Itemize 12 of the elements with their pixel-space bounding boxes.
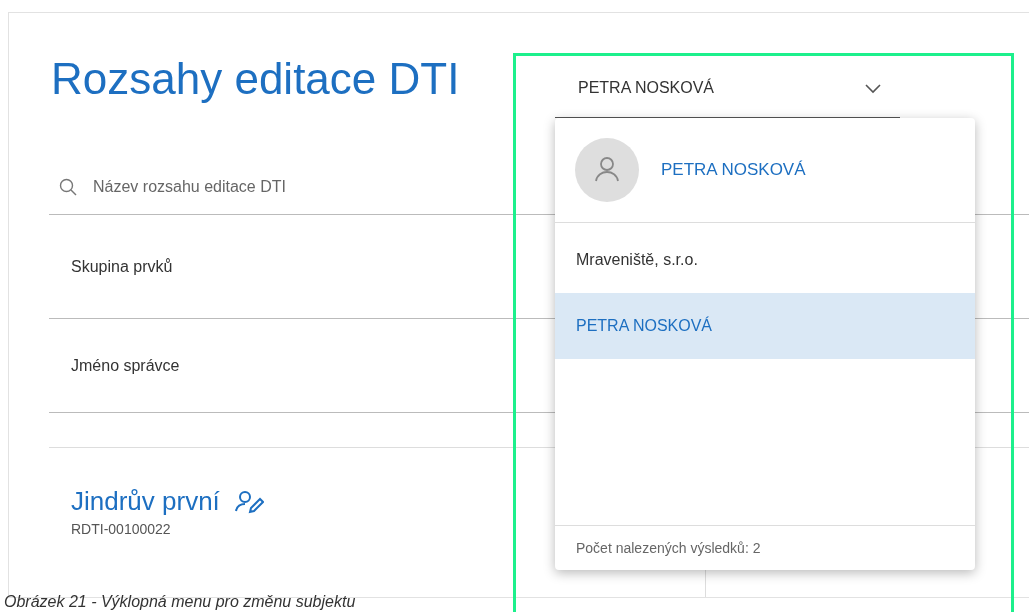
result-code: RDTI-00100022	[71, 521, 172, 537]
search-field[interactable]: Název rozsahu editace DTI	[91, 176, 415, 197]
menu-item[interactable]: Mraveniště, s.r.o.	[555, 227, 975, 293]
chevron-icon	[864, 81, 882, 94]
search-icon	[59, 177, 77, 196]
result-title-link[interactable]: Jindrův první	[71, 486, 220, 517]
figure-caption: Obrázek 21 - Výklopná menu pro změnu subjektu	[4, 593, 356, 611]
user-name: PETRA NOSKOVÁ	[661, 160, 806, 180]
menu-item[interactable]: PETRA NOSKOVÁ	[555, 293, 975, 359]
page-title: Rozsahy editace DTI	[51, 53, 461, 105]
person-edit-icon[interactable]	[233, 489, 264, 514]
result-count: Počet nalezených výsledků: 2	[555, 525, 975, 570]
